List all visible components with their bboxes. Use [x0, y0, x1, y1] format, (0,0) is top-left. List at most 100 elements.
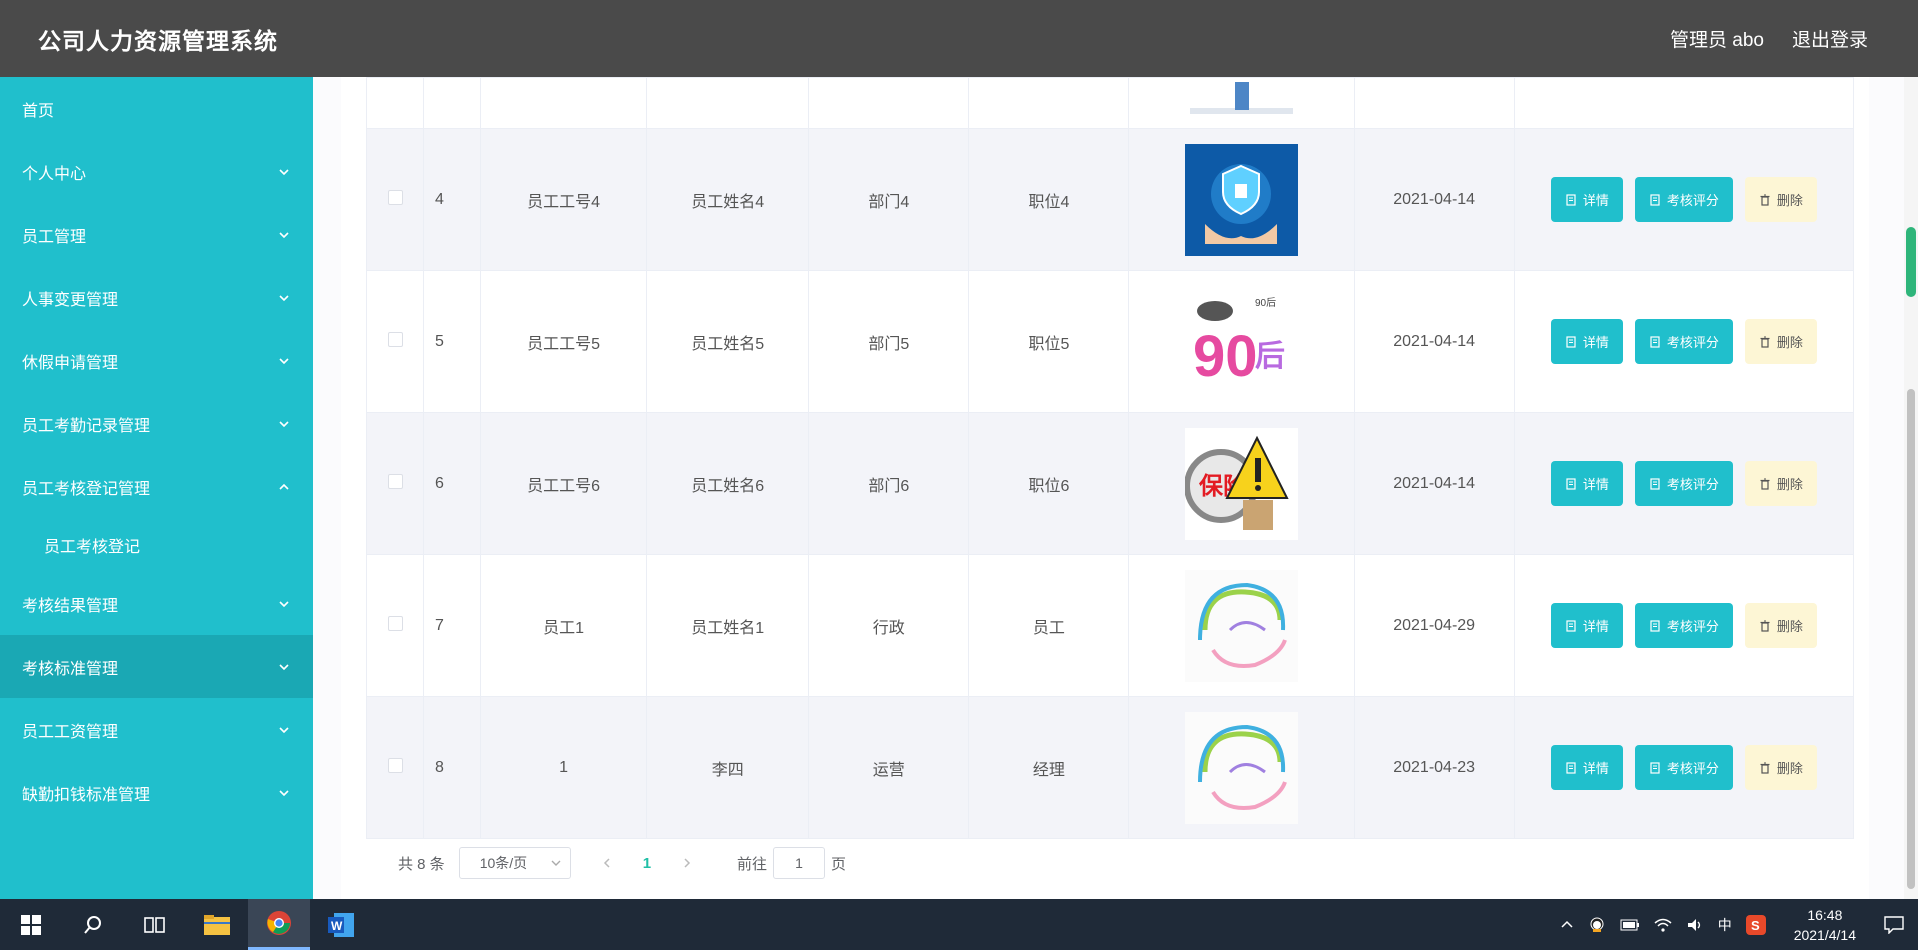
date: 2021-04-14 [1353, 128, 1515, 271]
sidebar-item-8[interactable]: 考核结果管理 [0, 572, 313, 635]
row-index: 6 [423, 412, 482, 555]
row-checkbox-cell [365, 554, 425, 697]
sidebar-item-label: 考核结果管理 [22, 597, 119, 615]
chevron-down-icon [277, 165, 291, 179]
review-button[interactable]: 考核评分 [1634, 603, 1733, 648]
prev-page-icon[interactable] [601, 857, 613, 869]
sogou-ime-icon[interactable]: S [1745, 914, 1766, 935]
date: 2021-04-14 [1353, 412, 1515, 555]
next-page-icon[interactable] [681, 857, 693, 869]
detail-button[interactable]: 详情 [1550, 177, 1623, 222]
review-button[interactable]: 考核评分 [1634, 319, 1733, 364]
page-size-value: 10条/页 [479, 855, 528, 871]
review-button[interactable]: 考核评分 [1634, 461, 1733, 506]
actions-cell: 详情 考核评分 删除 [1513, 270, 1855, 413]
sidebar-item-label: 员工工资管理 [22, 723, 119, 741]
department: 部门4 [808, 128, 970, 271]
employee-id: 员工工号6 [480, 412, 648, 555]
row-checkbox[interactable] [387, 331, 403, 347]
review-button[interactable]: 考核评分 [1634, 177, 1733, 222]
scroll-marker [1906, 227, 1916, 297]
90s-poster-icon: 90后 90后 [1185, 285, 1299, 398]
review-label: 考核评分 [1666, 619, 1719, 634]
employee-name: 员工姓名5 [646, 270, 810, 413]
sidebar-item-2[interactable]: 员工管理 [0, 203, 313, 266]
date: 2021-04-23 [1353, 696, 1515, 839]
pagination: 共 8 条 10条/页 1 前往 1 页 [398, 847, 846, 879]
delete-button[interactable]: 删除 [1744, 461, 1817, 506]
delete-button[interactable]: 删除 [1744, 177, 1817, 222]
wifi-icon[interactable] [1654, 917, 1672, 933]
scrollbar-thumb[interactable] [1907, 389, 1915, 889]
sidebar-item-label: 人事变更管理 [22, 291, 119, 309]
actions-cell: 详情 考核评分 删除 [1513, 554, 1855, 697]
sidebar-item-10[interactable]: 员工工资管理 [0, 698, 313, 761]
page-suffix: 页 [831, 855, 847, 873]
qq-icon[interactable] [1588, 916, 1606, 934]
battery-icon[interactable] [1620, 918, 1640, 932]
scrollbar[interactable] [1904, 77, 1918, 899]
clock-date: 2021/4/14 [1793, 926, 1856, 943]
sidebar: 首页 个人中心 员工管理 人事变更管理 休假申请管理 员工考勤记录管理 员工考核登记管理 员工… [0, 77, 313, 899]
swirl-art-icon [1185, 569, 1299, 682]
page-size-select[interactable]: 10条/页 [458, 847, 571, 879]
table-row-partial [365, 77, 1855, 129]
notification-icon[interactable] [1870, 899, 1918, 950]
volume-icon[interactable] [1686, 917, 1704, 933]
word-icon[interactable]: W [310, 899, 372, 950]
sidebar-item-0[interactable]: 首页 [0, 77, 313, 140]
main-content: 4 员工工号4 员工姓名4 部门4 职位4 2021-04-14 详情 考核评分 删除 5 员工工号… [313, 77, 1918, 899]
delete-label: 删除 [1776, 761, 1803, 776]
row-checkbox[interactable] [387, 757, 403, 773]
table-row: 5 员工工号5 员工姓名5 部门5 职位5 90 后 90后 2021-04-14 详情 考核评分 删… [365, 270, 1855, 413]
delete-button[interactable]: 删除 [1744, 319, 1817, 364]
sidebar-item-5[interactable]: 员工考勤记录管理 [0, 392, 313, 455]
ime-indicator[interactable]: 中 [1718, 915, 1732, 935]
employee-name: 员工姓名6 [646, 412, 810, 555]
logout-link[interactable]: 退出登录 [1792, 25, 1868, 52]
actions-cell: 详情 考核评分 删除 [1513, 128, 1855, 271]
current-user[interactable]: 管理员 abo [1670, 25, 1764, 52]
employee-id: 1 [480, 696, 648, 839]
file-explorer-icon[interactable] [186, 899, 248, 950]
windows-start-icon[interactable] [0, 899, 62, 950]
tray-expand-icon[interactable] [1560, 918, 1574, 932]
table-row: 6 员工工号6 员工姓名6 部门6 职位6 保险 2021-04-14 详情 考核评分 删除 [365, 412, 1855, 555]
sidebar-item-3[interactable]: 人事变更管理 [0, 266, 313, 329]
delete-button[interactable]: 删除 [1744, 745, 1817, 790]
task-view-icon[interactable] [124, 899, 186, 950]
employee-id: 员工工号4 [480, 128, 648, 271]
sidebar-item-label: 考核标准管理 [22, 660, 119, 678]
sidebar-item-1[interactable]: 个人中心 [0, 140, 313, 203]
photo-cell [1128, 696, 1355, 839]
row-checkbox[interactable] [387, 615, 403, 631]
current-page[interactable]: 1 [643, 855, 651, 872]
actions-cell: 详情 考核评分 删除 [1513, 696, 1855, 839]
employee-name: 李四 [646, 696, 810, 839]
detail-button[interactable]: 详情 [1550, 461, 1623, 506]
system-clock[interactable]: 16:48 2021/4/14 [1794, 905, 1856, 945]
row-checkbox-cell [365, 412, 425, 555]
chevron-down-icon [277, 354, 291, 368]
insurance-warning-icon: 保险 [1185, 427, 1299, 540]
row-checkbox[interactable] [387, 473, 403, 489]
chevron-down-icon [277, 291, 291, 305]
goto-page-input[interactable]: 1 [773, 847, 826, 879]
detail-button[interactable]: 详情 [1550, 603, 1623, 648]
detail-button[interactable]: 详情 [1550, 319, 1623, 364]
delete-label: 删除 [1776, 477, 1803, 492]
search-icon[interactable] [62, 899, 124, 950]
sidebar-item-7[interactable]: 员工考核登记 [0, 518, 313, 572]
row-index: 8 [423, 696, 482, 839]
delete-button[interactable]: 删除 [1744, 603, 1817, 648]
sidebar-item-9[interactable]: 考核标准管理 [0, 635, 313, 698]
sidebar-item-4[interactable]: 休假申请管理 [0, 329, 313, 392]
sidebar-item-11[interactable]: 缺勤扣钱标准管理 [0, 761, 313, 824]
sidebar-item-6[interactable]: 员工考核登记管理 [0, 455, 313, 518]
row-checkbox[interactable] [387, 189, 403, 205]
detail-button[interactable]: 详情 [1550, 745, 1623, 790]
detail-label: 详情 [1582, 761, 1609, 776]
chrome-icon[interactable] [248, 899, 310, 950]
chevron-down-icon [277, 660, 291, 674]
review-button[interactable]: 考核评分 [1634, 745, 1733, 790]
